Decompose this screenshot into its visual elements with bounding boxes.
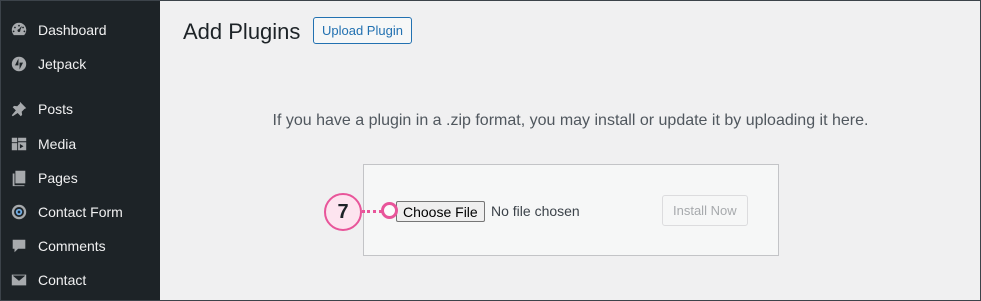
sidebar-item-jetpack[interactable]: Jetpack [0,50,160,78]
upload-form-box: Choose File No file chosen Install Now [363,164,779,256]
sidebar-item-label: Posts [38,101,74,117]
sidebar-item-label: Media [38,136,77,152]
sidebar-item-media[interactable]: Media [0,130,160,158]
sidebar-item-label: Comments [38,238,106,254]
sidebar-item-dashboard[interactable]: Dashboard [0,16,160,44]
sidebar-item-label: Jetpack [38,56,87,72]
page-title: Add Plugins [183,19,301,44]
upload-help-text: If you have a plugin in a .zip format, y… [272,112,869,129]
dashboard-icon [9,20,29,40]
choose-file-button[interactable]: Choose File [396,201,485,222]
upload-plugin-button[interactable]: Upload Plugin [313,17,412,44]
sidebar-item-comments[interactable]: Comments [0,232,160,260]
callout-target-ring [381,202,398,219]
sidebar-item-posts[interactable]: Posts [0,95,160,123]
sidebar-item-pages[interactable]: Pages [0,164,160,192]
sidebar-item-contact-form[interactable]: Contact Form [0,198,160,226]
sidebar-item-label: Contact [38,272,87,288]
media-icon [9,134,29,154]
callout-connector [362,210,382,213]
sidebar-item-contact[interactable]: Contact [0,266,160,294]
jetpack-icon [9,54,29,74]
contact-form-icon [9,202,29,222]
mail-icon [9,270,29,290]
install-now-button[interactable]: Install Now [662,195,748,226]
main-content: Add Plugins Upload Plugin If you have a … [160,0,981,301]
sidebar-item-label: Dashboard [38,22,107,38]
admin-sidebar: Dashboard Jetpack Posts Media Pages Cont… [0,0,160,301]
comment-icon [9,236,29,256]
sidebar-item-label: Contact Form [38,204,123,220]
sidebar-item-label: Pages [38,170,78,186]
step-callout-badge: 7 [324,193,362,231]
file-status-text: No file chosen [491,203,580,219]
pin-icon [9,99,29,119]
pages-icon [9,168,29,188]
